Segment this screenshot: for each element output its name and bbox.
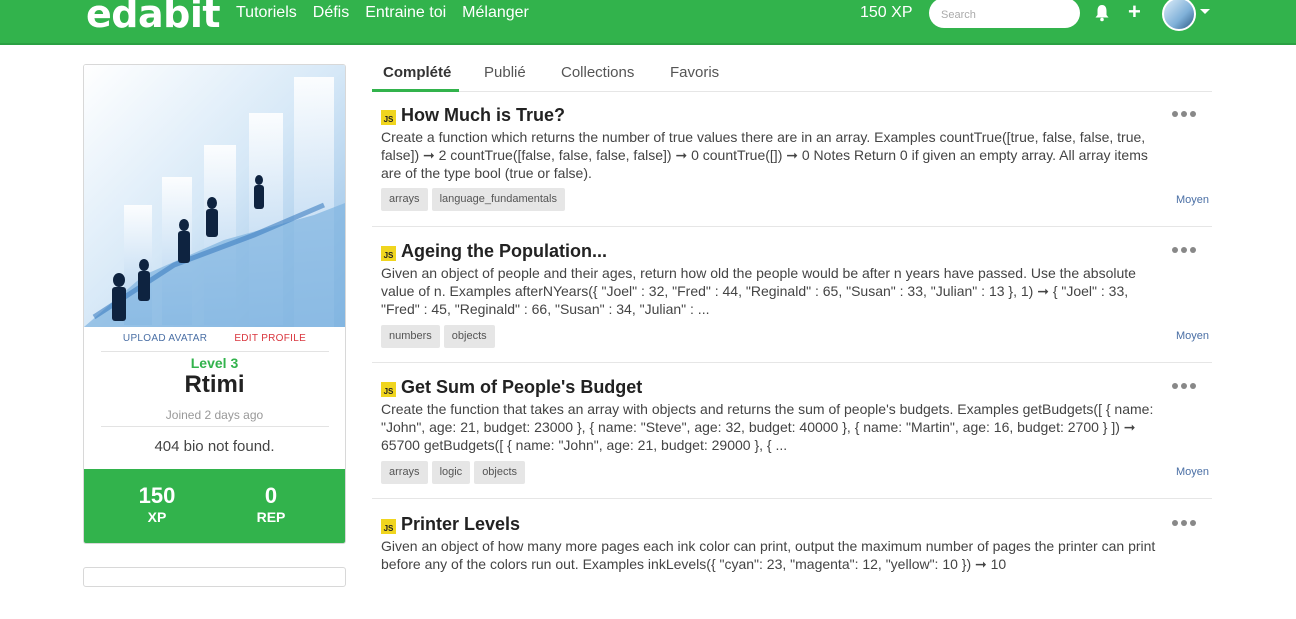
challenge-description: Given an object of people and their ages… [381,265,1136,317]
tag[interactable]: logic [431,461,471,484]
tag-list: arrays language_fundamentals [381,188,565,211]
rep-stat: 0 REP [211,483,331,525]
profile-avatar-image [84,65,345,327]
profile-tabs: Complété Publié Collections Favoris [372,56,1212,92]
challenge-description: Given an object of how many more pages e… [381,538,1156,572]
edabit-logo[interactable]: edabit [86,0,221,36]
secondary-card [83,567,346,587]
chevron-down-icon[interactable] [1200,9,1210,14]
username: Rtimi [184,371,245,398]
challenge-item[interactable]: JS Get Sum of People's Budget Create the… [372,363,1212,499]
tag[interactable]: numbers [381,325,440,348]
challenge-item[interactable]: JS Ageing the Population... Given an obj… [372,227,1212,363]
tag-list: arrays logic objects [381,461,526,484]
challenge-title[interactable]: Printer Levels [401,514,520,535]
tag[interactable]: arrays [381,188,428,211]
xp-counter: 150 XP [860,4,913,21]
difficulty-label: Moyen [1175,330,1209,342]
joined-date: Joined 2 days ago [165,408,264,422]
user-avatar[interactable] [1162,0,1196,31]
difficulty-label: Moyen [1175,194,1209,206]
nav-tutoriels[interactable]: Tutoriels [236,4,297,22]
top-navbar: edabit Tutoriels Défis Entraine toi Méla… [0,0,1296,45]
search-input[interactable] [929,0,1080,28]
user-level: Level 3 [190,355,239,371]
xp-stat: 150 XP [97,483,217,525]
profile-links: UPLOAD AVATAR EDIT PROFILE [84,333,345,344]
challenge-item[interactable]: JS How Much is True? Create a function w… [372,96,1212,227]
tab-favoris[interactable]: Favoris [670,64,719,81]
challenge-title[interactable]: How Much is True? [401,105,565,126]
main-nav: Tutoriels Défis Entraine toi Mélanger [236,4,529,22]
user-bio: 404 bio not found. [154,438,275,455]
xp-label: XP [147,509,167,525]
rep-label: REP [256,509,286,525]
js-badge: JS [381,382,396,397]
challenge-description: Create the function that takes an array … [381,401,1154,453]
tag-list: numbers objects [381,325,495,348]
profile-card: UPLOAD AVATAR EDIT PROFILE Level 3 Rtimi… [83,64,346,544]
stats-panel: 150 XP 0 REP [84,469,345,543]
js-badge: JS [381,246,396,261]
challenge-description: Create a function which returns the numb… [381,129,1148,181]
challenge-title[interactable]: Ageing the Population... [401,241,607,262]
nav-entraine-toi[interactable]: Entraine toi [365,4,446,22]
nav-melanger[interactable]: Mélanger [462,4,529,22]
js-badge: JS [381,110,396,125]
tag[interactable]: arrays [381,461,428,484]
more-options-icon[interactable] [1172,520,1198,528]
bell-icon[interactable] [1094,4,1110,22]
tag[interactable]: objects [474,461,526,484]
upload-avatar-link[interactable]: UPLOAD AVATAR [123,333,207,344]
tag[interactable]: language_fundamentals [431,188,565,211]
divider [101,351,329,352]
difficulty-label: Moyen [1175,466,1209,478]
rep-value: 0 [264,483,278,508]
active-tab-indicator [372,89,459,92]
nav-defis[interactable]: Défis [313,4,349,22]
tab-complete[interactable]: Complété [383,64,451,81]
more-options-icon[interactable] [1172,247,1198,255]
js-badge: JS [381,519,396,534]
more-options-icon[interactable] [1172,383,1198,391]
divider [101,426,329,427]
tab-publie[interactable]: Publié [484,64,526,81]
challenge-item[interactable]: JS Printer Levels Given an object of how… [372,499,1212,619]
plus-icon[interactable]: + [1128,1,1141,23]
edit-profile-link[interactable]: EDIT PROFILE [234,333,306,344]
tag[interactable]: objects [443,325,495,348]
xp-value: 150 [138,483,176,508]
challenge-title[interactable]: Get Sum of People's Budget [401,377,642,398]
tab-collections[interactable]: Collections [561,64,634,81]
more-options-icon[interactable] [1172,111,1198,119]
